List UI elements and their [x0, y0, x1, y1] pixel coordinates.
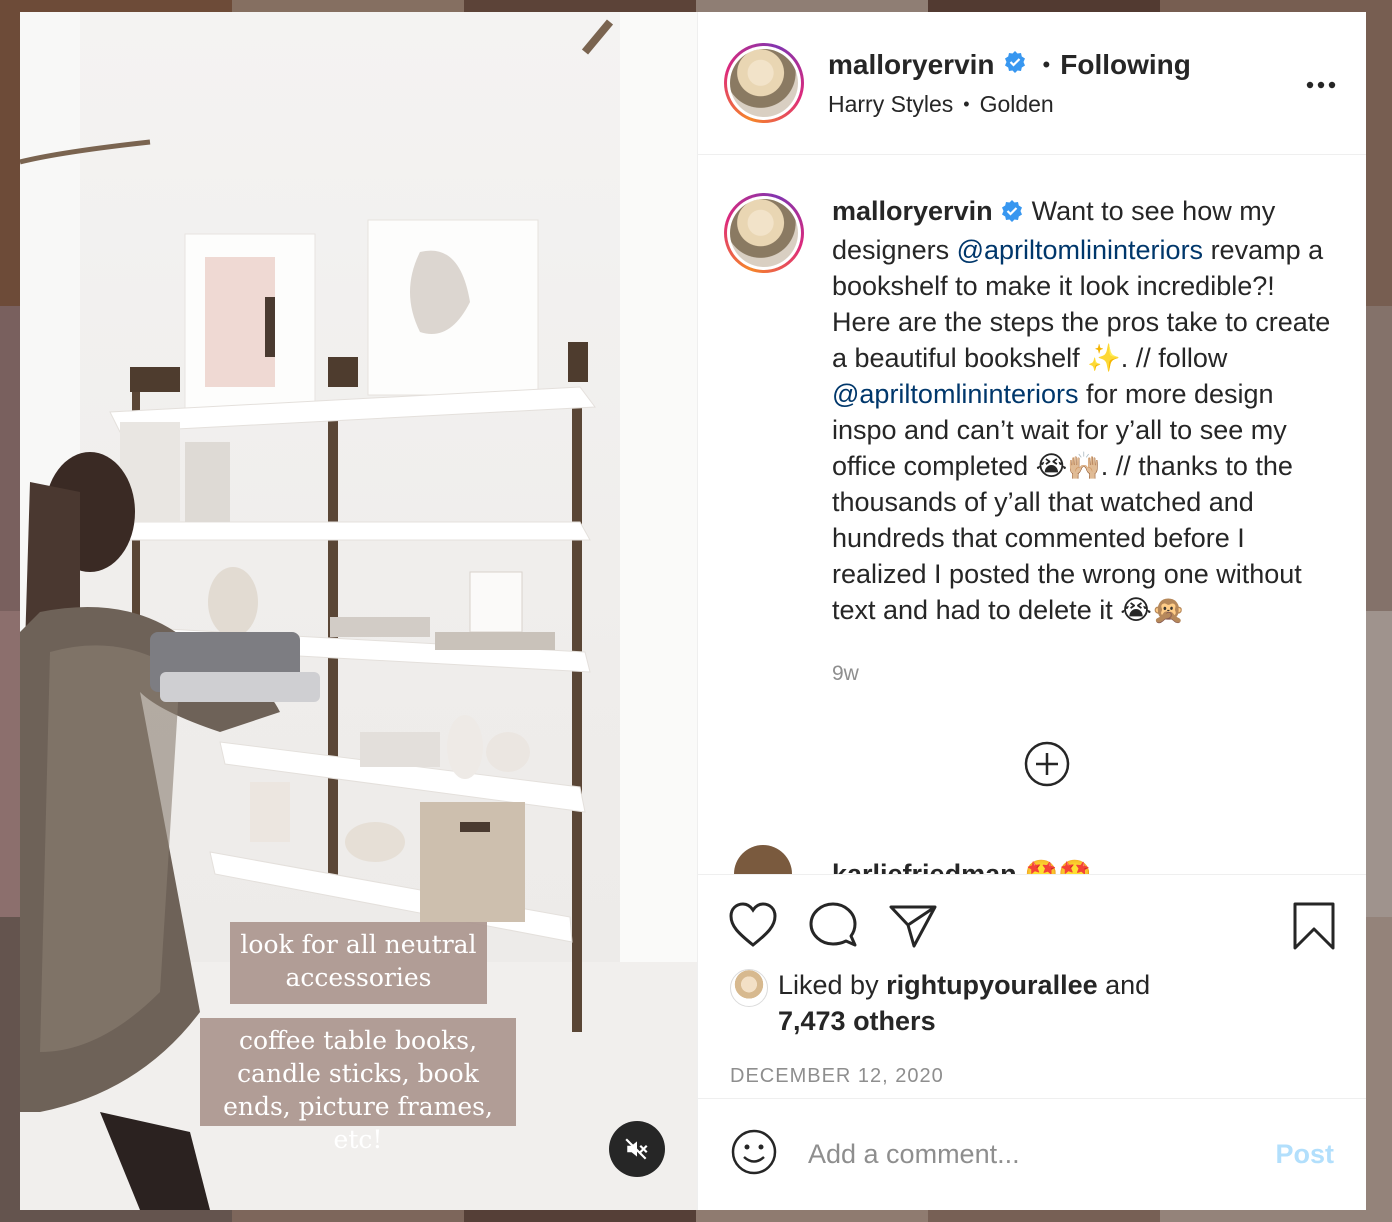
post-actions: Liked by rightupyourallee and 7,473 othe…: [698, 874, 1366, 1097]
audio-title[interactable]: Golden: [980, 91, 1054, 118]
author-avatar[interactable]: [724, 43, 804, 123]
audio-separator: •: [963, 93, 970, 114]
mention-link-1[interactable]: @apriltomlininteriors: [957, 235, 1203, 265]
more-horizontal-icon: [1306, 81, 1336, 89]
post-modal: look for all neutral accessories coffee …: [20, 12, 1366, 1210]
following-button[interactable]: Following: [1060, 49, 1191, 81]
more-options-button[interactable]: [1306, 70, 1336, 90]
heart-icon: [729, 902, 777, 947]
video-overlay-text-1: look for all neutral accessories: [230, 922, 487, 1004]
load-more-comments-button[interactable]: [1023, 740, 1071, 788]
header-dot-separator: •: [1042, 51, 1051, 77]
add-comment-bar: Post: [698, 1098, 1366, 1210]
post-header: malloryervin • Following Harry Styles • …: [698, 12, 1366, 155]
post-details-panel: malloryervin • Following Harry Styles • …: [697, 12, 1366, 1210]
caption-age[interactable]: 9w: [832, 662, 1366, 686]
mute-button[interactable]: [609, 1121, 665, 1177]
likes-count[interactable]: 7,473 others: [778, 1006, 936, 1036]
comment-input[interactable]: [808, 1139, 1276, 1170]
author-username[interactable]: malloryervin: [828, 49, 995, 81]
post-video[interactable]: look for all neutral accessories coffee …: [20, 12, 697, 1210]
emoji-button[interactable]: [730, 1128, 778, 1181]
caption-author-avatar[interactable]: [724, 193, 804, 273]
liker-avatar[interactable]: [730, 969, 768, 1007]
save-button[interactable]: [1292, 901, 1336, 956]
comment-item: karliefriedman 🤩🤩: [734, 845, 1092, 875]
caption-text-part-3: for more design inspo and can’t wait for…: [832, 379, 1302, 625]
commenter-avatar[interactable]: [734, 845, 792, 875]
verified-badge-icon: [1000, 196, 1024, 232]
comment-button[interactable]: [808, 901, 858, 954]
likes-and: and: [1097, 970, 1151, 1000]
likes-summary: Liked by rightupyourallee and 7,473 othe…: [730, 967, 1150, 1039]
speaker-muted-icon: [625, 1138, 648, 1160]
post-comment-button[interactable]: Post: [1275, 1139, 1334, 1170]
comment-bubble-icon: [809, 902, 857, 947]
verified-badge-icon: [1003, 49, 1027, 81]
comments-section[interactable]: malloryervin Want to see how my designer…: [698, 155, 1366, 875]
like-button[interactable]: [728, 901, 778, 954]
bookmark-icon: [1293, 902, 1335, 950]
comment-text: 🤩🤩: [1024, 859, 1092, 875]
likes-prefix: Liked by: [778, 970, 887, 1000]
commenter-username[interactable]: karliefriedman: [832, 859, 1017, 876]
smiley-icon: [731, 1129, 777, 1175]
liker-username[interactable]: rightupyourallee: [886, 970, 1098, 1000]
mention-link-2[interactable]: @apriltomlininteriors: [832, 379, 1078, 409]
caption-username[interactable]: malloryervin: [832, 196, 993, 226]
video-overlay-text-2: coffee table books, candle sticks, book …: [200, 1018, 516, 1154]
paper-plane-icon: [889, 905, 937, 948]
audio-info[interactable]: Harry Styles • Golden: [828, 91, 1191, 118]
share-button[interactable]: [888, 903, 938, 954]
audio-artist[interactable]: Harry Styles: [828, 91, 953, 118]
plus-circle-icon: [1024, 741, 1070, 787]
post-caption: malloryervin Want to see how my designer…: [698, 155, 1366, 628]
caption-text: malloryervin Want to see how my designer…: [832, 193, 1340, 628]
post-date[interactable]: DECEMBER 12, 2020: [730, 1065, 944, 1088]
